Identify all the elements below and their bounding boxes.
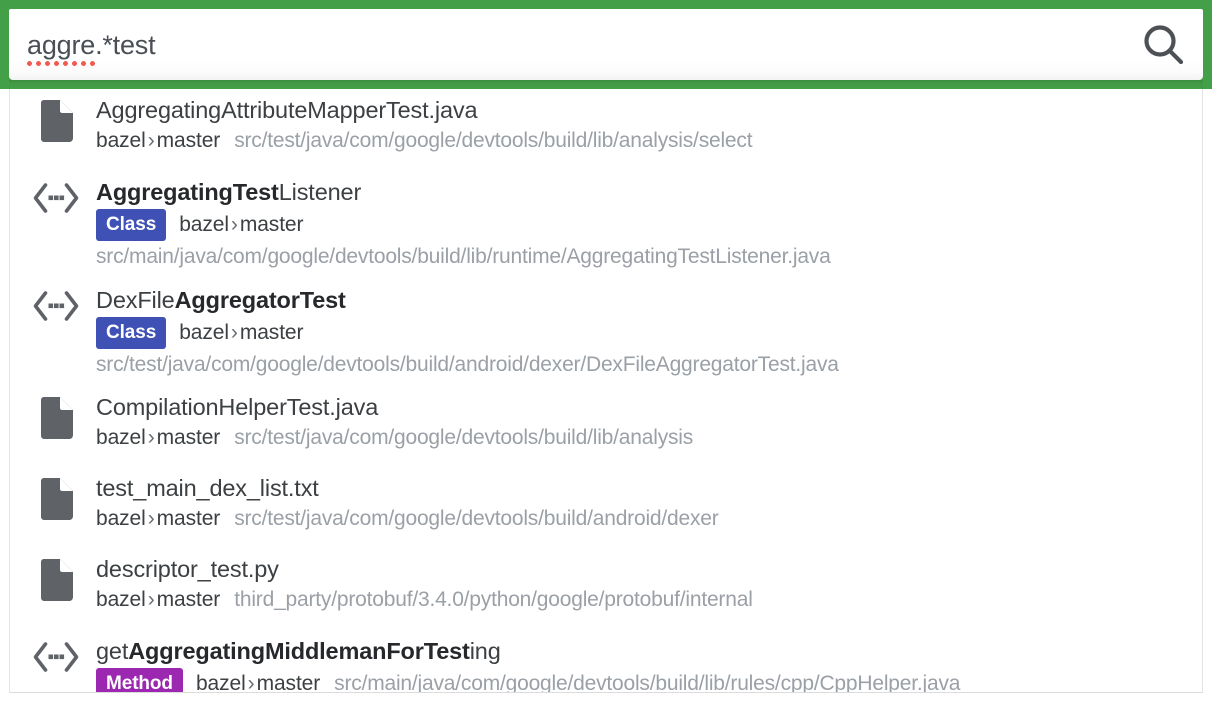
breadcrumb-separator-icon: ›	[147, 588, 155, 611]
result-title: descriptor_test.py	[96, 554, 1202, 584]
result-repo-name: bazel	[96, 507, 146, 530]
result-repo-breadcrumb: bazel›master	[96, 424, 220, 452]
result-branch-name: master	[156, 426, 221, 449]
search-button[interactable]	[1125, 9, 1203, 80]
result-meta: bazel›master src/test/java/com/google/dev…	[96, 127, 1202, 155]
result-body: DexFileAggregatorTest Class bazel›master sr…	[88, 285, 1202, 380]
search-result-row[interactable]: CompilationHelperTest.java bazel›master sr…	[10, 386, 1202, 467]
file-icon	[24, 473, 88, 520]
breadcrumb-separator-icon: ›	[147, 426, 155, 449]
breadcrumb-separator-icon: ›	[230, 213, 238, 236]
result-title-match: AggregatingMiddlemanForTest	[128, 638, 470, 664]
search-query-rest: .*test	[95, 29, 156, 60]
code-icon	[24, 285, 88, 322]
result-meta: bazel›master third_party/protobuf/3.4.0/p…	[96, 586, 1202, 614]
result-body: getAggregatingMiddlemanForTesting Method b…	[88, 636, 1202, 693]
result-title-plain: DexFile	[96, 287, 175, 313]
result-title: getAggregatingMiddlemanForTesting	[96, 636, 1202, 666]
result-repo-breadcrumb: bazel›master	[179, 319, 303, 347]
search-overlay: aggre.*test AggregatingAttributeMapperTe…	[0, 0, 1212, 702]
result-path: third_party/protobuf/3.4.0/python/google…	[234, 588, 753, 611]
result-path: src/test/java/com/google/devtools/build/…	[96, 353, 839, 376]
result-branch-name: master	[256, 672, 321, 693]
result-repo-breadcrumb: bazel›master	[179, 211, 303, 239]
result-title-plain: get	[96, 638, 129, 664]
result-body: descriptor_test.py bazel›master third_part…	[88, 554, 1202, 614]
result-branch-name: master	[156, 129, 221, 152]
result-title-match: AggregatingTest	[96, 179, 279, 205]
file-icon	[24, 95, 88, 142]
search-result-row[interactable]: AggregatingAttributeMapperTest.java bazel…	[10, 89, 1202, 170]
result-title-plain: AggregatingAttributeMapperTest.java	[96, 97, 478, 123]
search-icon	[1140, 21, 1188, 69]
result-repo-name: bazel	[195, 672, 246, 693]
file-icon	[24, 392, 88, 439]
result-kind-badge: Method	[96, 668, 183, 692]
result-repo-breadcrumb: bazel›master	[96, 586, 220, 614]
result-meta: Class bazel›master	[96, 209, 1202, 241]
result-title: test_main_dex_list.txt	[96, 473, 1202, 503]
result-title-plain: test_main_dex_list.txt	[96, 475, 319, 501]
result-title: AggregatingAttributeMapperTest.java	[96, 95, 1202, 125]
result-repo-name: bazel	[96, 588, 146, 611]
search-result-row[interactable]: DexFileAggregatorTest Class bazel›master sr…	[10, 278, 1202, 386]
result-branch-name: master	[156, 588, 221, 611]
result-body: CompilationHelperTest.java bazel›master sr…	[88, 392, 1202, 452]
result-path: src/main/java/com/google/devtools/build/…	[334, 672, 961, 693]
result-kind-badge: Class	[96, 209, 167, 241]
search-bar: aggre.*test	[9, 9, 1203, 80]
result-repo-breadcrumb: bazel›master	[96, 127, 220, 155]
result-title: CompilationHelperTest.java	[96, 392, 1202, 422]
breadcrumb-separator-icon: ›	[230, 321, 238, 344]
result-repo-breadcrumb: bazel›master	[195, 670, 321, 693]
code-icon	[24, 177, 88, 214]
search-result-row[interactable]: descriptor_test.py bazel›master third_part…	[10, 548, 1202, 629]
search-result-row[interactable]: test_main_dex_list.txt bazel›master src/te…	[10, 467, 1202, 548]
result-title: AggregatingTestListener	[96, 177, 1202, 207]
result-repo-name: bazel	[179, 321, 229, 344]
breadcrumb-separator-icon: ›	[247, 672, 255, 693]
result-path: src/test/java/com/google/devtools/build/…	[234, 426, 694, 449]
result-meta: Method bazel›master src/main/java/com/goog…	[96, 668, 1202, 693]
result-title-plain: CompilationHelperTest.java	[96, 394, 379, 420]
result-meta: bazel›master src/test/java/com/google/dev…	[96, 424, 1202, 452]
code-icon	[24, 636, 88, 673]
result-title-match: AggregatorTest	[174, 287, 346, 313]
result-repo-name: bazel	[96, 129, 146, 152]
result-kind-badge: Class	[96, 317, 167, 349]
result-branch-name: master	[239, 213, 304, 236]
search-results-list: AggregatingAttributeMapperTest.java bazel…	[9, 89, 1203, 693]
result-repo-name: bazel	[96, 426, 146, 449]
result-title-plain: Listener	[278, 179, 362, 205]
result-repo-breadcrumb: bazel›master	[96, 505, 220, 533]
result-repo-name: bazel	[179, 213, 229, 236]
result-path: src/test/java/com/google/devtools/build/…	[234, 507, 719, 530]
result-body: test_main_dex_list.txt bazel›master src/te…	[88, 473, 1202, 533]
result-title: DexFileAggregatorTest	[96, 285, 1202, 315]
result-body: AggregatingAttributeMapperTest.java bazel…	[88, 95, 1202, 155]
result-branch-name: master	[239, 321, 304, 344]
breadcrumb-separator-icon: ›	[147, 129, 155, 152]
result-body: AggregatingTestListener Class bazel›master…	[88, 177, 1202, 272]
search-bar-shadow	[9, 80, 1203, 89]
result-path: src/test/java/com/google/devtools/build/…	[234, 129, 753, 152]
result-title-plain: descriptor_test.py	[96, 556, 279, 582]
search-result-row[interactable]: getAggregatingMiddlemanForTesting Method b…	[10, 629, 1202, 693]
breadcrumb-separator-icon: ›	[147, 507, 155, 530]
search-input[interactable]: aggre.*test	[9, 28, 1125, 66]
search-query-text: aggre.*test	[27, 28, 156, 66]
result-title-plain: ing	[469, 638, 501, 664]
search-query-misspelled: aggre	[27, 29, 96, 66]
result-path: src/main/java/com/google/devtools/build/…	[96, 245, 831, 268]
search-result-row[interactable]: AggregatingTestListener Class bazel›master…	[10, 170, 1202, 278]
result-branch-name: master	[156, 507, 221, 530]
result-meta: Class bazel›master	[96, 317, 1202, 349]
file-icon	[24, 554, 88, 601]
result-meta: bazel›master src/test/java/com/google/dev…	[96, 505, 1202, 533]
